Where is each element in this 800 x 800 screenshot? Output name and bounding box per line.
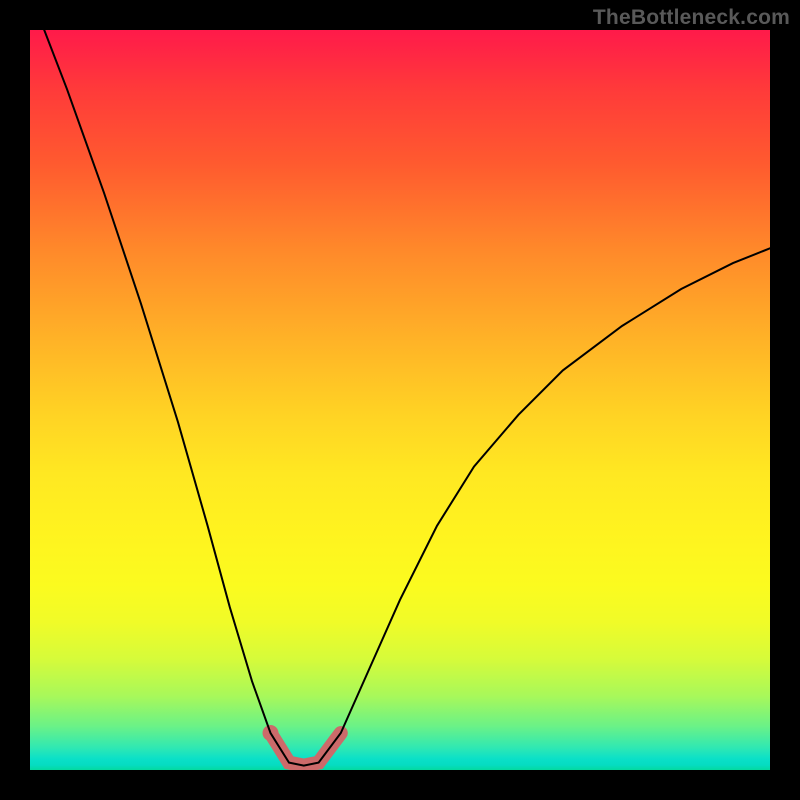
chart-frame: TheBottleneck.com	[0, 0, 800, 800]
plot-area	[30, 30, 770, 770]
curve-layer	[30, 30, 770, 770]
bottleneck-curve	[30, 30, 770, 766]
watermark-text: TheBottleneck.com	[593, 6, 790, 30]
